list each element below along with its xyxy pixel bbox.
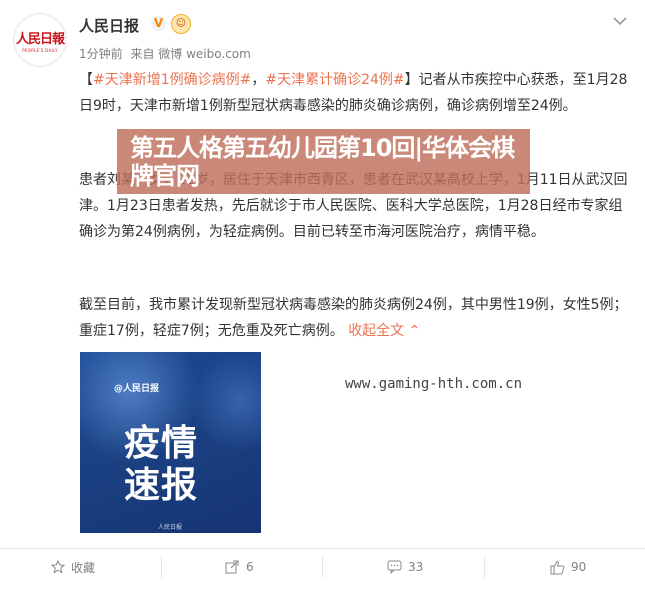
people-daily-logo: 人民日報 <box>15 31 65 47</box>
action-bar-divider <box>0 548 645 549</box>
member-badge-icon: ☺ <box>171 14 191 34</box>
favorite-button[interactable]: 收藏 <box>51 557 95 577</box>
thumbnail-brand: @人民日报 <box>114 384 160 394</box>
thumbnail-footer: 人民日报 <box>158 524 183 531</box>
post-paragraph-3: 截至目前，我市累计发现新型冠状病毒感染的肺炎病例24例，其中男性19例，女性5例… <box>79 297 628 339</box>
repost-icon <box>225 560 239 574</box>
chevron-down-icon[interactable] <box>611 14 629 28</box>
comment-count: 33 <box>408 560 424 574</box>
people-daily-logo-subtext: PEOPLE'S DAILY <box>22 47 58 53</box>
post-image[interactable]: @人民日报 疫情 速报 人民日报 <box>80 352 261 533</box>
thumbs-up-icon <box>550 560 565 574</box>
comment-icon <box>387 560 402 574</box>
like-count: 90 <box>571 560 587 574</box>
thumbnail-title-line2: 速报 <box>124 465 199 506</box>
repost-count: 6 <box>246 560 254 574</box>
favorite-label: 收藏 <box>71 560 96 575</box>
thumbnail-title-line1: 疫情 <box>124 423 199 464</box>
comment-button[interactable]: 33 <box>387 557 423 577</box>
post-paragraph-1: 【#天津新增1例确诊病例#，#天津累计确诊24例#】记者从市疾控中心获悉，至1月… <box>79 72 628 114</box>
watermark-text: 第五人格第五幼儿园第10回|华体会棋牌官网 <box>130 134 515 190</box>
star-icon <box>51 560 65 574</box>
chevron-up-icon: ⌃ <box>408 323 421 339</box>
post-source[interactable]: 来自 微博 weibo.com <box>130 47 250 61</box>
verified-icon: V <box>151 16 166 31</box>
like-button[interactable]: 90 <box>550 557 586 577</box>
avatar[interactable]: 人民日報 PEOPLE'S DAILY <box>13 13 67 67</box>
repost-button[interactable]: 6 <box>225 557 254 577</box>
collapse-link[interactable]: 收起全文 ⌃ <box>348 323 420 339</box>
post-time[interactable]: 1分钟前 <box>79 47 123 61</box>
watermark-url: www.gaming-hth.com.cn <box>345 376 523 392</box>
username[interactable]: 人民日报 <box>79 15 139 36</box>
post-meta: 1分钟前 来自 微博 weibo.com <box>79 45 255 62</box>
hashtag-link[interactable]: #天津新增1例确诊病例# <box>93 72 251 88</box>
hashtag-link[interactable]: #天津累计确诊24例# <box>265 72 404 88</box>
